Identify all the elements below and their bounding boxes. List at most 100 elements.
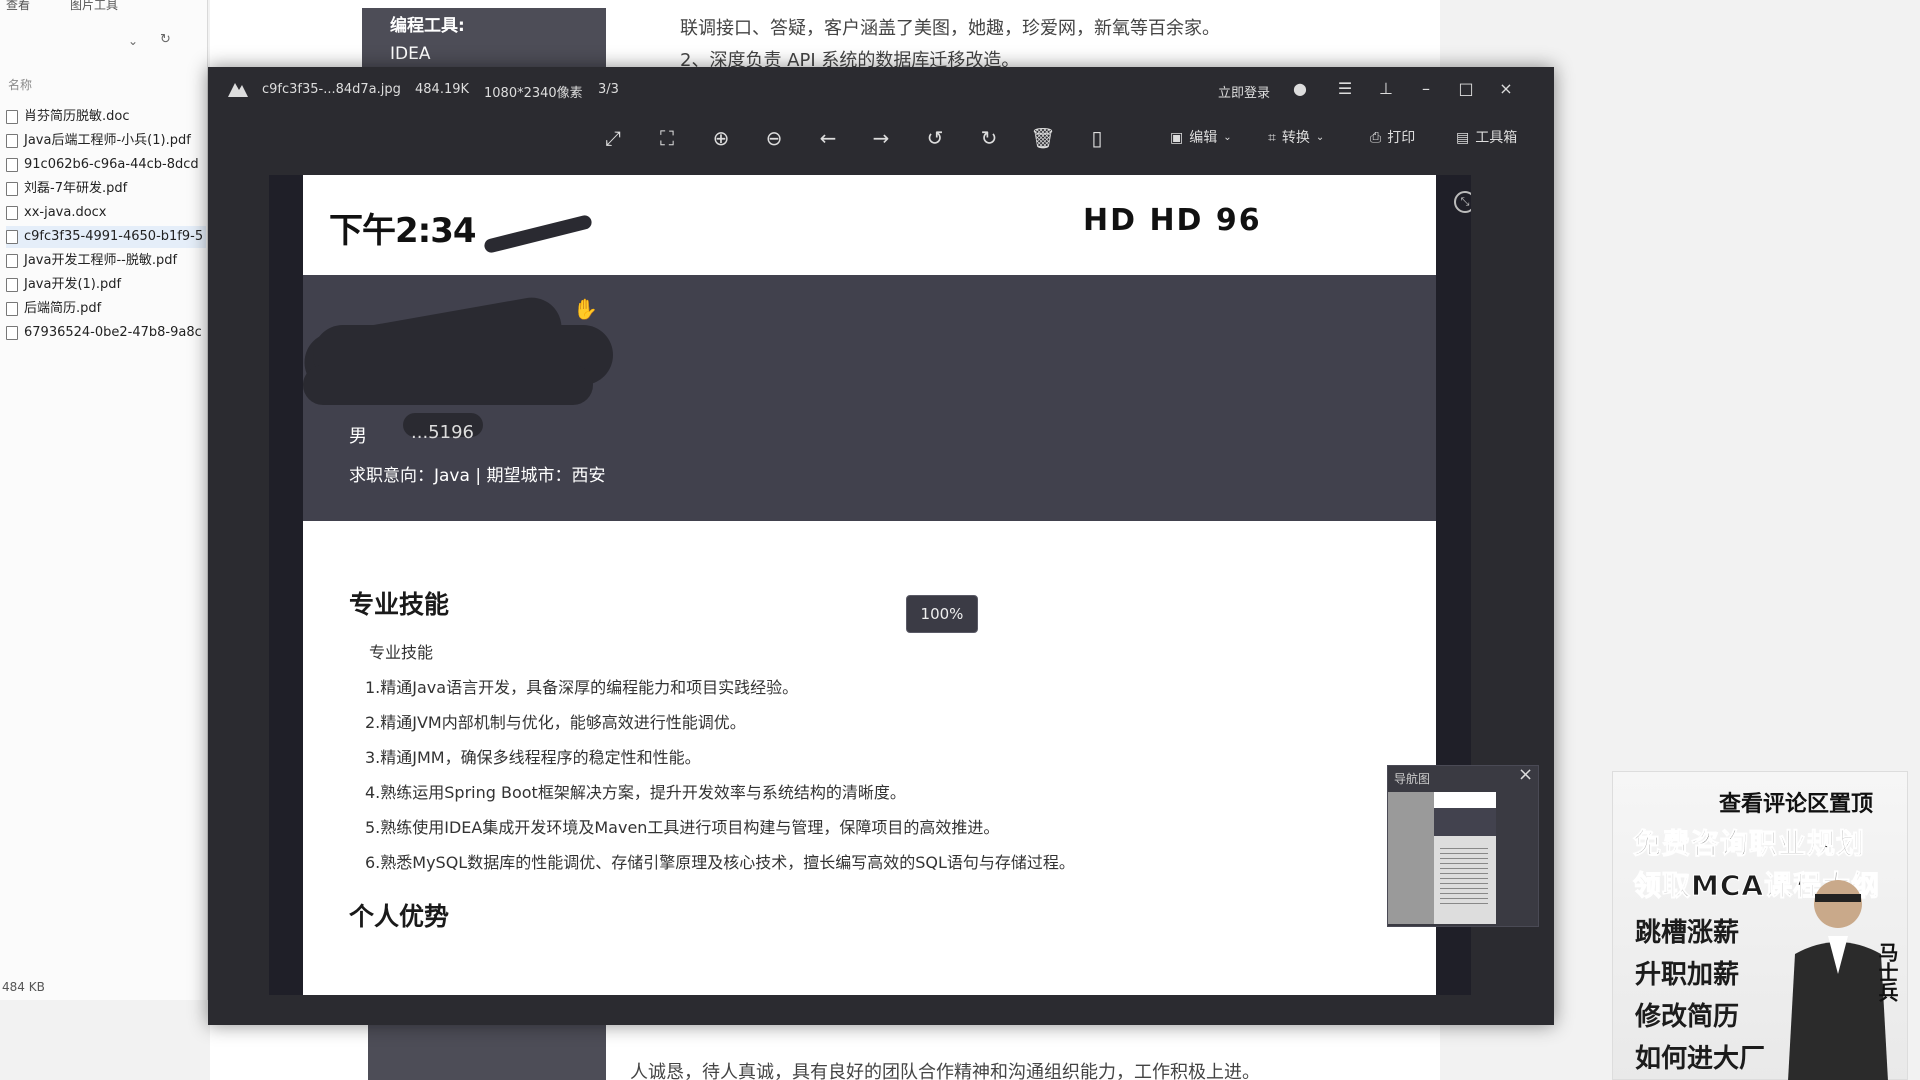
file-item[interactable]: 刘磊-7年研发.pdf xyxy=(6,178,206,200)
file-item-selected[interactable]: c9fc3f35-4991-4650-b1f9-5 xyxy=(6,226,206,248)
file-icon xyxy=(6,326,18,340)
user-avatar-icon[interactable]: ● xyxy=(1288,77,1312,101)
file-name: c9fc3f35-...84d7a.jpg xyxy=(262,82,401,97)
promo-item: 跳槽涨薪 xyxy=(1635,918,1740,948)
menu-icon[interactable]: ☰ xyxy=(1333,77,1357,101)
file-name: 91c062b6-c96a-44cb-8dcd xyxy=(24,157,199,172)
file-icon xyxy=(6,134,18,148)
explorer-ribbon: 查看 图片工具 xyxy=(0,0,207,14)
navigator-thumbnail[interactable] xyxy=(1434,792,1496,924)
toolbox-button[interactable]: ▤ 工具箱 xyxy=(1456,127,1517,149)
status-file-size: 484 KB xyxy=(2,980,45,994)
file-item[interactable]: Java开发工程师--脱敏.pdf xyxy=(6,250,206,272)
tools-value: IDEA xyxy=(390,44,431,64)
promo-header: 查看评论区置顶 xyxy=(1719,792,1874,817)
close-icon[interactable]: × xyxy=(1494,77,1518,101)
promo-brand: 马士兵 xyxy=(1875,942,1899,1002)
file-item[interactable]: xx-java.docx xyxy=(6,202,206,224)
maximize-icon[interactable]: □ xyxy=(1454,77,1478,101)
phone-text: ...5196 xyxy=(411,422,474,443)
login-link[interactable]: 立即登录 xyxy=(1218,82,1270,101)
promo-item: 如何进大厂 xyxy=(1635,1044,1766,1074)
file-item[interactable]: 后端简历.pdf xyxy=(6,298,206,320)
status-icons: HD HD 96 xyxy=(1083,203,1262,238)
phone-status-bar: 下午2:34 HD HD 96 xyxy=(303,175,1436,275)
file-item[interactable]: 肖芬简历脱敏.doc xyxy=(6,106,206,128)
edit-button[interactable]: ▣ 编辑 ⌄ xyxy=(1170,127,1232,149)
chevron-down-icon: ⌄ xyxy=(1223,132,1232,143)
file-icon xyxy=(6,158,18,172)
column-header-name[interactable]: 名称 xyxy=(8,76,32,93)
fit-to-screen-icon[interactable]: ⤡ xyxy=(1454,191,1471,213)
rotate-left-icon[interactable]: ↺ xyxy=(922,125,948,151)
promo-line: 免费咨询职业规划 xyxy=(1632,827,1866,861)
delete-icon[interactable]: 🗑 xyxy=(1030,125,1056,151)
skill-item: 1.精通Java语言开发，具备深厚的编程能力和项目实践经验。 xyxy=(365,678,799,697)
advantage-section-title: 个人优势 xyxy=(349,902,450,931)
doc-text-line: 人诚恳，待人真诚，具有良好的团队合作精神和沟通组织能力，工作积极上进。 xyxy=(630,1062,1260,1080)
fullscreen-icon[interactable]: ⤢ xyxy=(600,125,626,151)
promo-item: 修改简历 xyxy=(1635,1002,1740,1032)
chevron-down-icon[interactable]: ⌄ xyxy=(128,34,138,48)
file-item[interactable]: Java后端工程师-小兵(1).pdf xyxy=(6,130,206,152)
refresh-icon[interactable]: ↻ xyxy=(160,32,171,47)
file-name: 67936524-0be2-47b8-9a8c xyxy=(24,325,202,340)
navigator-panel[interactable]: 导航图 × xyxy=(1387,764,1539,927)
minimize-icon[interactable]: – xyxy=(1414,77,1438,101)
file-name: xx-java.docx xyxy=(24,205,107,220)
file-icon xyxy=(6,302,18,316)
tools-title: 编程工具: xyxy=(390,16,465,36)
close-icon[interactable]: × xyxy=(1518,764,1533,785)
app-logo-icon xyxy=(228,83,248,97)
ribbon-tab-view[interactable]: 查看 xyxy=(6,0,30,14)
skills-list: 专业技能 1.精通Java语言开发，具备深厚的编程能力和项目实践经验。 2.精通… xyxy=(365,635,1075,880)
page-indicator: 3/3 xyxy=(598,82,619,97)
gender-text: 男 xyxy=(349,426,367,447)
convert-label: 转换 xyxy=(1281,130,1310,146)
hand-cursor-icon: ✋ xyxy=(573,297,598,321)
file-item[interactable]: 67936524-0be2-47b8-9a8c xyxy=(6,322,206,344)
toolbox-label: 工具箱 xyxy=(1475,130,1518,146)
zoom-in-icon[interactable]: ⊕ xyxy=(708,125,734,151)
previous-arrow-icon[interactable]: ← xyxy=(815,125,841,151)
zoom-out-icon[interactable]: ⊖ xyxy=(761,125,787,151)
ribbon-tab-picture-tools[interactable]: 图片工具 xyxy=(70,0,118,14)
image-dimensions: 1080*2340像素 xyxy=(484,86,583,101)
toolbox-icon: ▤ xyxy=(1456,130,1470,146)
next-arrow-icon[interactable]: → xyxy=(868,125,894,151)
edit-label: 编辑 xyxy=(1189,130,1218,146)
printer-icon: ⎙ xyxy=(1370,130,1382,146)
file-name: 后端简历.pdf xyxy=(24,301,102,316)
rotate-right-icon[interactable]: ↻ xyxy=(976,125,1002,151)
skill-item: 3.精通JMM，确保多线程程序的稳定性和性能。 xyxy=(365,748,701,767)
file-name: 肖芬简历脱敏.doc xyxy=(24,109,130,124)
navigator-backdrop xyxy=(1388,792,1434,924)
fit-window-icon[interactable]: ⛶ xyxy=(654,125,680,151)
edit-icon: ▣ xyxy=(1170,130,1184,146)
crop-icon: ⌗ xyxy=(1268,130,1276,146)
file-icon xyxy=(6,182,18,196)
job-intent-text: 求职意向：Java | 期望城市：西安 xyxy=(349,466,606,486)
image-viewer-window: c9fc3f35-...84d7a.jpg 484.19K 1080*2340像… xyxy=(208,67,1554,1025)
mouse-icon[interactable]: ▯ xyxy=(1084,125,1110,151)
file-item[interactable]: 91c062b6-c96a-44cb-8dcd xyxy=(6,154,206,176)
file-icon xyxy=(6,254,18,268)
file-name: c9fc3f35-4991-4650-b1f9-5 xyxy=(24,229,204,244)
image-canvas[interactable]: 下午2:34 HD HD 96 男 ...5196 求职意向：Java | 期望… xyxy=(269,175,1471,995)
thumb-status xyxy=(1434,792,1496,808)
file-item[interactable]: Java开发(1).pdf xyxy=(6,274,206,296)
skill-item: 5.熟练使用IDEA集成开发环境及Maven工具进行项目构建与管理，保障项目的高… xyxy=(365,818,1000,837)
skill-item: 2.精通JVM内部机制与优化，能够高效进行性能调优。 xyxy=(365,713,746,732)
sidebar-tools-block: 编程工具: IDEA xyxy=(362,8,606,72)
skills-section-title: 专业技能 xyxy=(349,590,450,619)
zoom-level-badge: 100% xyxy=(906,595,978,633)
chevron-down-icon: ⌄ xyxy=(1315,132,1325,143)
pin-icon[interactable]: ⊥ xyxy=(1374,77,1398,101)
convert-button[interactable]: ⌗ 转换 ⌄ xyxy=(1268,127,1324,149)
file-name: Java后端工程师-小兵(1).pdf xyxy=(24,133,191,148)
print-button[interactable]: ⎙ 打印 xyxy=(1370,127,1415,149)
skills-subtitle: 专业技能 xyxy=(369,643,434,662)
file-name: Java开发(1).pdf xyxy=(24,277,122,292)
viewer-titlebar[interactable]: c9fc3f35-...84d7a.jpg 484.19K 1080*2340像… xyxy=(208,67,1554,111)
skill-item: 4.熟练运用Spring Boot框架解决方案，提升开发效率与系统结构的清晰度。 xyxy=(365,783,906,802)
